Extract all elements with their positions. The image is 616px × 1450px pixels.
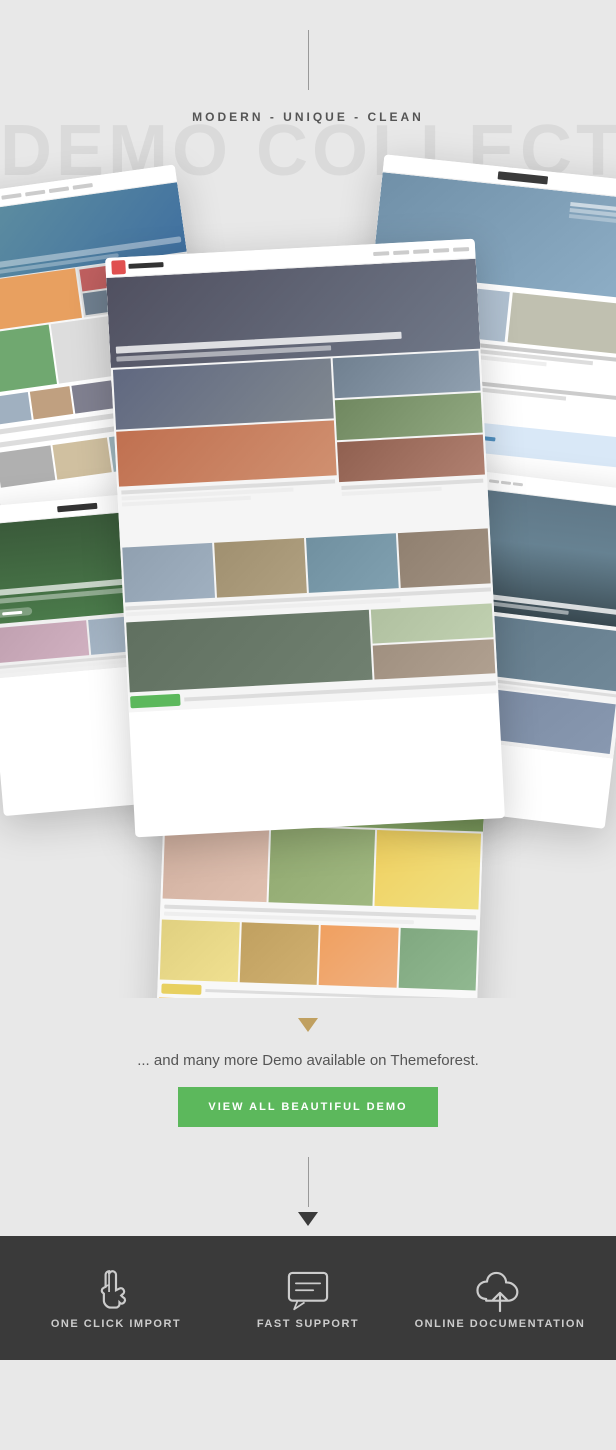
footer-divider-line [308,1157,309,1207]
footer-docs-label: ONLINE DOCUMENTATION [415,1318,586,1330]
demos-section [0,128,616,998]
footer-divider-area [0,1147,616,1236]
footer-item-docs: ONLINE DOCUMENTATION [405,1266,595,1330]
footer-section: ONE CLICK IMPORT FAST SUPPORT ONLINE DOC… [0,1236,616,1360]
triangle-icon [298,1018,318,1032]
chat-bubble-icon [282,1266,334,1318]
view-all-button[interactable]: VIEW ALL BEAUTIFUL DEMO [178,1087,437,1127]
top-divider [308,30,309,90]
cloud-upload-icon [474,1266,526,1318]
footer-item-import: ONE CLICK IMPORT [21,1266,211,1330]
footer-support-label: FAST SUPPORT [257,1318,359,1330]
section-arrow [0,998,616,1042]
more-demos-text: ... and many more Demo available on Them… [20,1052,596,1069]
more-demos-section: ... and many more Demo available on Them… [0,1042,616,1147]
hand-pointer-icon [90,1266,142,1318]
footer-triangle-icon [298,1212,318,1226]
footer-item-support: FAST SUPPORT [213,1266,403,1330]
footer-triangle [0,1207,616,1236]
demo-screenshot-3[interactable] [105,239,505,838]
footer-import-label: ONE CLICK IMPORT [51,1318,181,1330]
